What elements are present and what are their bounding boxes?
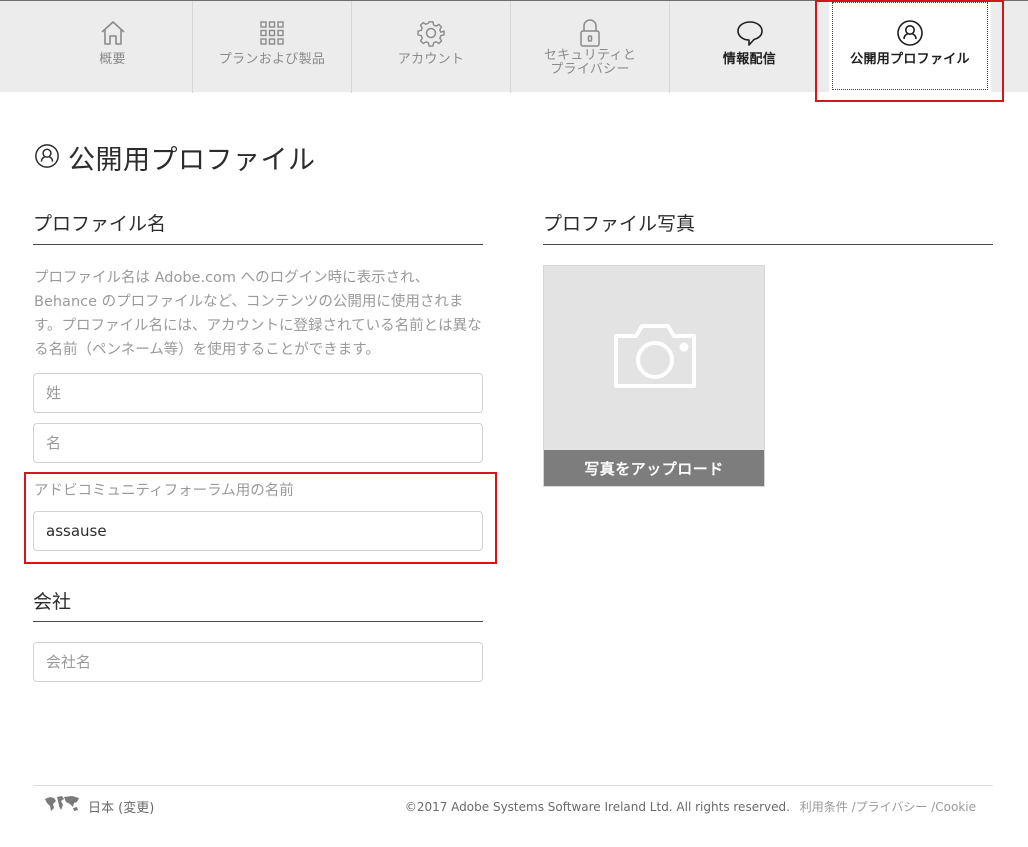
copyright-text: ©2017 Adobe Systems Software Ireland Ltd… (404, 800, 790, 814)
tab-account-label: アカウント (397, 52, 465, 67)
terms-link[interactable]: 利用条件 (800, 800, 848, 814)
profile-photo-area[interactable]: 写真をアップロード (543, 265, 765, 487)
privacy-link[interactable]: プライバシー (856, 800, 928, 814)
company-heading: 会社 (33, 587, 483, 622)
language-selector[interactable]: 日本 (変更) (44, 795, 154, 817)
tab-overview-label: 概要 (99, 52, 126, 67)
speech-bubble-icon (736, 19, 764, 47)
tab-public-profile-label: 公開用プロファイル (850, 52, 970, 67)
camera-icon (610, 320, 700, 394)
profile-name-heading: プロファイル名 (33, 209, 483, 245)
lock-icon (578, 19, 602, 47)
profile-photo-heading: プロファイル写真 (543, 209, 993, 245)
page-title: 公開用プロファイル (34, 138, 316, 177)
grid-icon (259, 19, 285, 47)
last-name-input[interactable] (33, 373, 483, 413)
company-name-input[interactable] (33, 642, 483, 682)
forum-name-input[interactable] (33, 511, 483, 551)
profile-name-description: プロファイル名は Adobe.com へのログイン時に表示され、Behance … (34, 270, 482, 358)
user-profile-icon (34, 143, 60, 173)
tab-account[interactable]: アカウント (352, 1, 510, 92)
cookie-link[interactable]: Cookie (935, 800, 976, 814)
user-profile-icon (896, 19, 924, 47)
footer-divider (33, 785, 993, 786)
tab-communications[interactable]: 情報配信 (670, 1, 829, 92)
upload-photo-button[interactable]: 写真をアップロード (544, 450, 764, 486)
page-title-text: 公開用プロファイル (68, 145, 316, 176)
top-navigation: 概要 プランおよび製品 アカウント セキュリティと プライバシー 情報配信 公開… (0, 0, 1028, 93)
language-label: 日本 (変更) (88, 800, 155, 816)
home-icon (99, 19, 127, 47)
forum-name-label: アドビコミュニティフォーラム用の名前 (34, 483, 294, 499)
tab-overview[interactable]: 概要 (33, 1, 192, 92)
first-name-input[interactable] (33, 423, 483, 463)
footer-legal: ©2017 Adobe Systems Software Ireland Ltd… (404, 800, 976, 814)
gear-icon (417, 19, 445, 47)
tab-plans-products-label: プランおよび製品 (218, 52, 326, 67)
tab-security-privacy-label: セキュリティと プライバシー (543, 48, 637, 77)
tab-communications-label: 情報配信 (722, 52, 777, 67)
world-map-icon (44, 795, 80, 817)
tab-public-profile[interactable]: 公開用プロファイル (829, 1, 991, 92)
tab-plans-products[interactable]: プランおよび製品 (193, 1, 351, 92)
tab-security-privacy[interactable]: セキュリティと プライバシー (511, 1, 669, 92)
